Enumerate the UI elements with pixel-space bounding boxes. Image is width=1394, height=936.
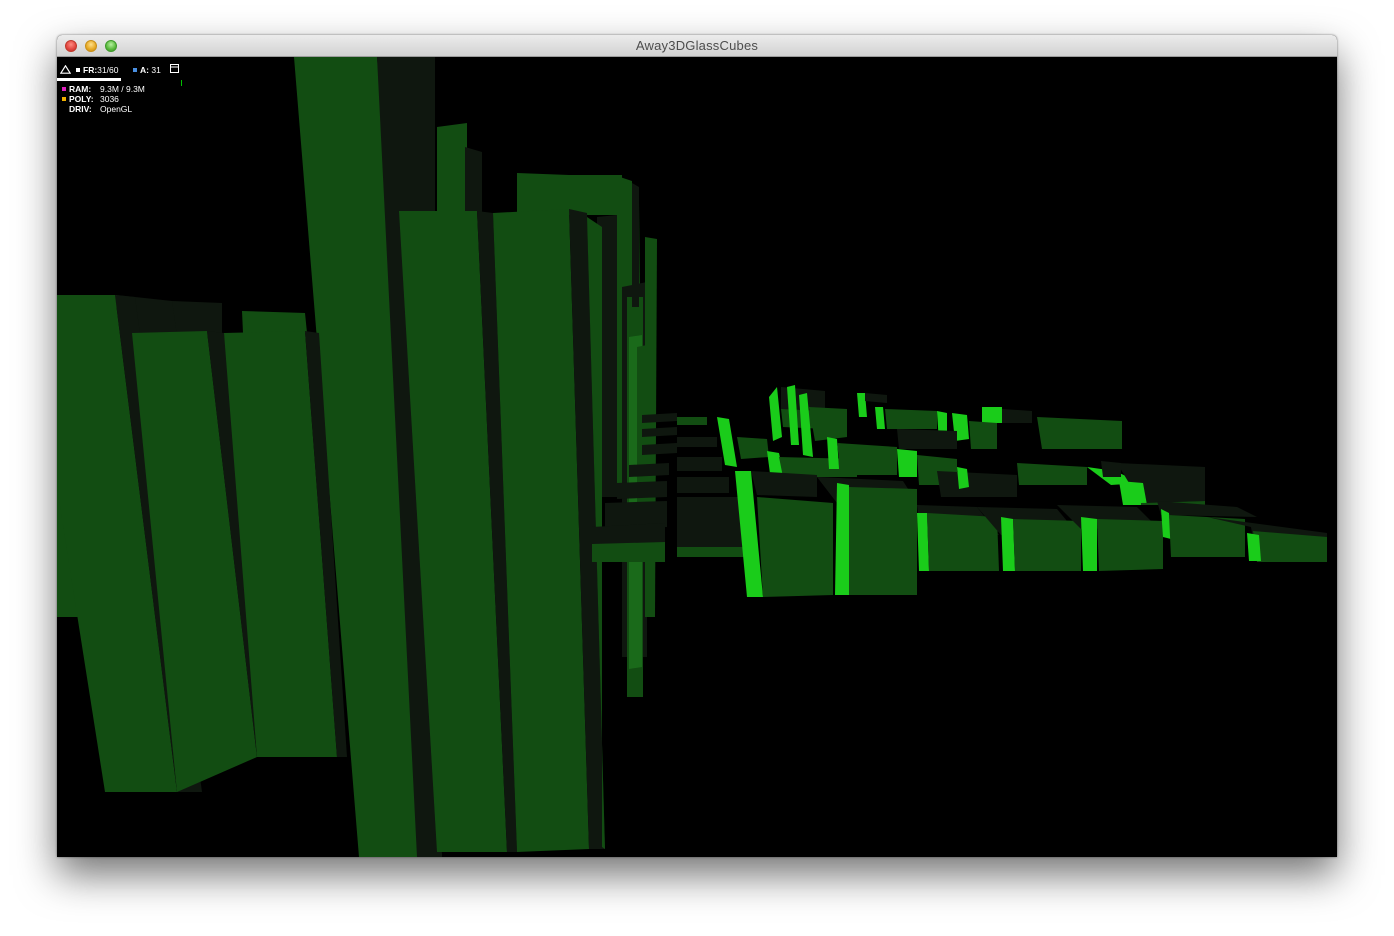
driv-stat: DRIV: OpenGL xyxy=(69,104,132,114)
a-square-icon xyxy=(133,68,137,72)
a-label: A: xyxy=(140,65,149,75)
poly-value: 3036 xyxy=(100,94,119,104)
a-value: 31 xyxy=(151,65,161,75)
ram-label: RAM: xyxy=(69,84,92,94)
framerate-graph-tick xyxy=(181,80,182,86)
ram-value: 9.3M / 9.3M xyxy=(100,84,145,94)
minimize-box-icon[interactable] xyxy=(170,64,179,73)
a-stat: A: 31 xyxy=(133,65,161,75)
window-title: Away3DGlassCubes xyxy=(635,38,759,53)
app-window: Away3DGlassCubes FR:31/60 A: 31 RAM: 9.3… xyxy=(57,35,1337,857)
fr-label: FR: xyxy=(83,65,98,75)
driv-label: DRIV: xyxy=(69,104,92,114)
framerate-bar xyxy=(57,78,121,81)
driv-value: OpenGL xyxy=(100,104,133,114)
stats-overlay[interactable]: FR:31/60 A: 31 RAM: 9.3M / 9.3M POLY: 30… xyxy=(57,62,187,117)
ram-stat: RAM: 9.3M / 9.3M xyxy=(62,84,145,94)
fr-value: 31/60 xyxy=(97,65,119,75)
3d-viewport[interactable]: FR:31/60 A: 31 RAM: 9.3M / 9.3M POLY: 30… xyxy=(57,57,1337,857)
title-bar[interactable]: Away3DGlassCubes xyxy=(57,35,1337,57)
fr-square-icon xyxy=(76,68,80,72)
poly-square-icon xyxy=(62,97,66,101)
triangle-logo-icon xyxy=(60,65,71,74)
fr-stat: FR:31/60 xyxy=(76,65,118,75)
poly-label: POLY: xyxy=(69,94,94,104)
ram-square-icon xyxy=(62,87,66,91)
poly-stat: POLY: 3036 xyxy=(62,94,119,104)
glass-cubes-scene xyxy=(57,57,1337,857)
